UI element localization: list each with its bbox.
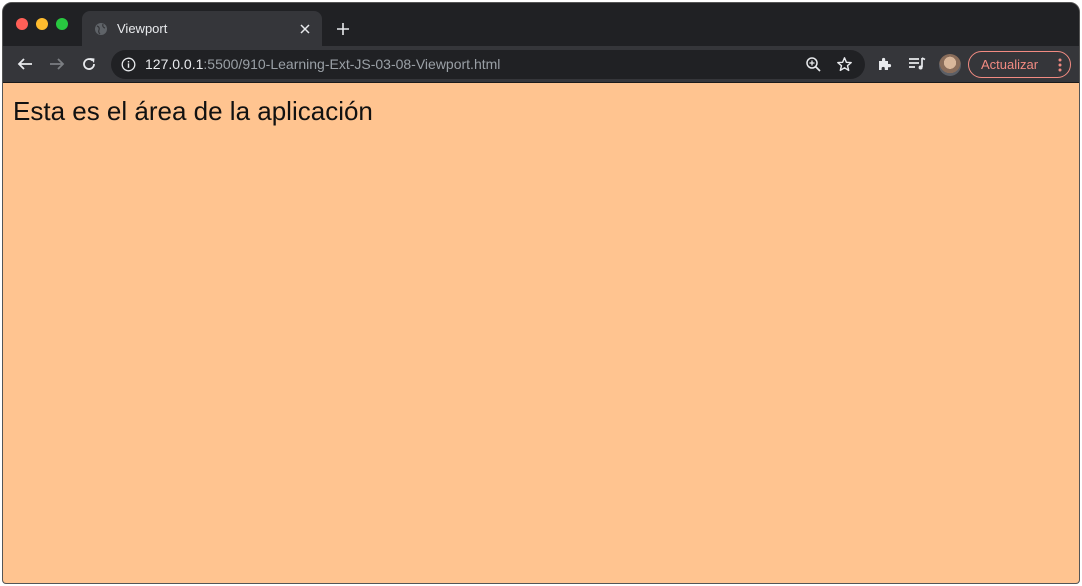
globe-icon	[94, 22, 108, 36]
url-host: 127.0.0.1	[145, 56, 204, 72]
back-arrow-icon[interactable]	[14, 53, 36, 75]
tab-strip: Viewport	[3, 3, 1079, 47]
update-button-label: Actualizar	[981, 57, 1039, 72]
toolbar: 127.0.0.1:5500/910-Learning-Ext-JS-03-08…	[3, 46, 1079, 83]
puzzle-icon[interactable]	[874, 53, 896, 75]
plus-icon[interactable]	[332, 18, 354, 40]
page-viewport: Esta es el área de la aplicación	[3, 83, 1079, 583]
tab-title: Viewport	[117, 21, 168, 36]
info-icon[interactable]	[121, 57, 136, 72]
browser-window: Viewport 127.0.0.1:5500/910-Learning-Ext…	[2, 2, 1080, 584]
kebab-menu-icon[interactable]	[1058, 58, 1062, 72]
close-window-button[interactable]	[16, 18, 28, 30]
media-queue-icon[interactable]	[906, 53, 928, 75]
maximize-window-button[interactable]	[56, 18, 68, 30]
reload-icon[interactable]	[78, 53, 100, 75]
minimize-window-button[interactable]	[36, 18, 48, 30]
url-text[interactable]: 127.0.0.1:5500/910-Learning-Ext-JS-03-08…	[145, 56, 500, 72]
app-area-text: Esta es el área de la aplicación	[13, 96, 373, 126]
address-bar[interactable]: 127.0.0.1:5500/910-Learning-Ext-JS-03-08…	[111, 50, 865, 79]
zoom-icon[interactable]	[805, 56, 822, 73]
tab-viewport[interactable]: Viewport	[82, 11, 322, 47]
forward-arrow-icon[interactable]	[46, 53, 68, 75]
update-button[interactable]: Actualizar	[968, 51, 1071, 78]
star-icon[interactable]	[836, 56, 853, 73]
avatar[interactable]	[939, 54, 961, 76]
url-path: :5500/910-Learning-Ext-JS-03-08-Viewport…	[203, 56, 501, 72]
close-icon[interactable]	[296, 20, 314, 38]
